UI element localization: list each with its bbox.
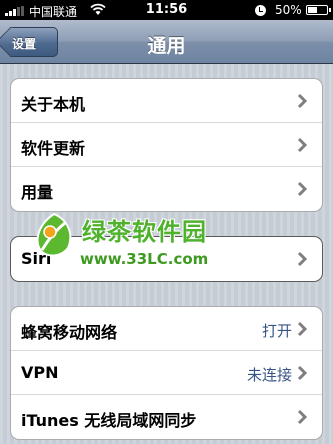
watermark-url: www.33LC.com	[80, 250, 209, 268]
row-label: iTunes 无线局域网同步	[21, 411, 197, 430]
leaf-logo-icon	[36, 212, 72, 257]
row-software-update[interactable]: 软件更新	[11, 123, 322, 167]
row-usage[interactable]: 用量	[11, 167, 322, 211]
row-value: 打开	[261, 322, 292, 340]
battery-percent: 50%	[275, 3, 302, 17]
chevron-right-icon	[297, 365, 308, 381]
chevron-right-icon	[297, 181, 308, 197]
row-label: VPN	[21, 363, 59, 382]
row-value: 未连接	[246, 366, 292, 384]
chevron-right-icon	[297, 251, 308, 267]
page-title: 通用	[147, 35, 186, 57]
row-vpn[interactable]: VPN 未连接	[11, 351, 322, 395]
chevron-right-icon	[297, 321, 308, 337]
row-about[interactable]: 关于本机	[11, 79, 322, 123]
battery-icon	[306, 5, 331, 15]
chevron-right-icon	[297, 137, 308, 153]
status-bar: 中国联通 11:56 50%	[0, 0, 333, 20]
row-label: 用量	[21, 183, 54, 202]
chevron-right-icon	[297, 93, 308, 109]
row-label: 关于本机	[21, 95, 86, 114]
row-itunes-wifi-sync[interactable]: iTunes 无线局域网同步	[11, 395, 322, 439]
watermark-title: 绿茶软件园	[82, 218, 207, 246]
settings-group-general: 关于本机 软件更新 用量	[10, 78, 323, 212]
navigation-bar: 设置 通用	[0, 20, 333, 64]
chevron-right-icon	[297, 409, 308, 425]
settings-group-network: 蜂窝移动网络 打开 VPN 未连接 iTunes 无线局域网同步	[10, 306, 323, 440]
watermark: 绿茶软件园 www.33LC.com	[28, 210, 278, 272]
battery-fill	[308, 7, 317, 13]
orientation-lock-icon	[255, 5, 266, 16]
back-button-label: 设置	[12, 37, 37, 51]
row-label: 蜂窝移动网络	[21, 323, 118, 342]
row-cellular[interactable]: 蜂窝移动网络 打开	[11, 307, 322, 351]
row-label: 软件更新	[21, 139, 86, 158]
